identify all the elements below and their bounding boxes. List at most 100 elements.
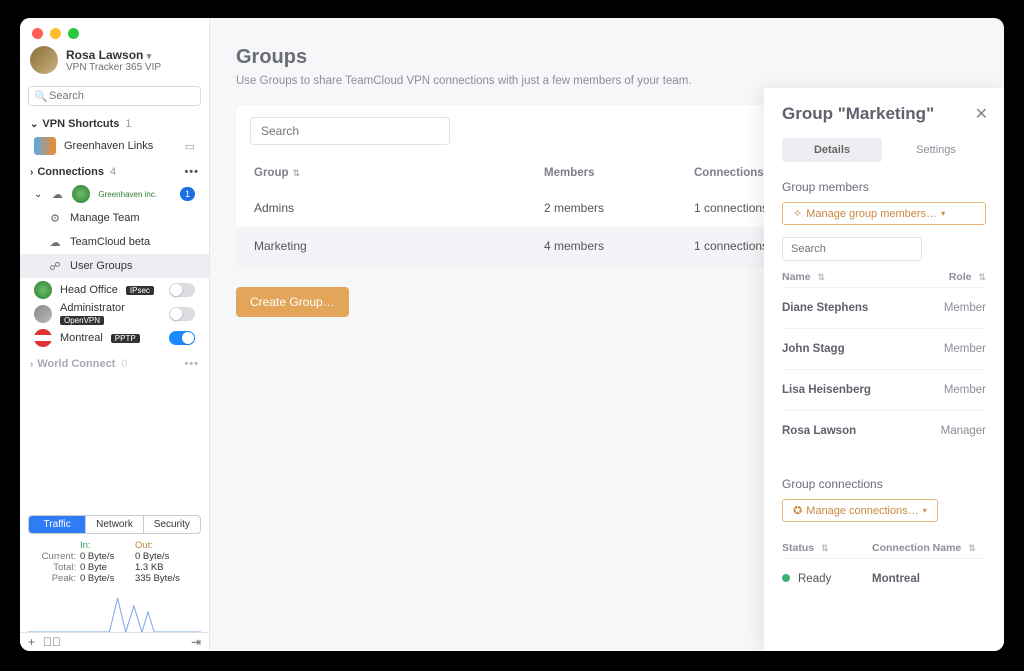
section-connections-header[interactable]: › Connections 4 ••• xyxy=(20,158,209,182)
open-icon: ▭ xyxy=(185,140,195,153)
org-avatar xyxy=(72,185,90,203)
users-icon: ☍ xyxy=(48,259,62,273)
more-icon[interactable]: ••• xyxy=(184,358,199,370)
search-icon: 🔍 xyxy=(34,90,48,103)
sidebar-shortcut-item[interactable]: Greenhaven Links ▭ xyxy=(20,134,209,158)
chevron-down-icon: ⌄ xyxy=(34,189,42,200)
org-caption: Greenhaven inc. xyxy=(98,190,157,199)
member-role: Member xyxy=(944,302,986,314)
world-count: 0 xyxy=(119,358,127,370)
expand-icon[interactable]: ⇥ xyxy=(191,635,201,649)
col-header-conn-name[interactable]: Connection Name ⇅ xyxy=(872,542,976,554)
stats-row-label: Current: xyxy=(30,551,80,562)
members-search-input[interactable] xyxy=(782,237,922,261)
sidebar: Rosa Lawson ▾ VPN Tracker 365 VIP 🔍 ⌄ VP… xyxy=(20,18,210,651)
close-window-dot[interactable] xyxy=(32,28,43,39)
zoom-window-dot[interactable] xyxy=(68,28,79,39)
badge-count: 1 xyxy=(180,187,195,201)
status-dot-icon xyxy=(782,574,790,582)
section-world-header[interactable]: › World Connect 0 ••• xyxy=(20,350,209,374)
member-role: Member xyxy=(944,343,986,355)
item-label: Montreal xyxy=(60,332,103,344)
member-row[interactable]: Rosa LawsonManager xyxy=(782,410,986,451)
stats-out-header: Out: xyxy=(135,540,190,551)
sidebar-item-cloud-row[interactable]: ⌄ ☁ Greenhaven inc. 1 xyxy=(20,182,209,206)
cell-group: Marketing xyxy=(254,239,544,253)
connection-avatar xyxy=(34,305,52,323)
sidebar-item-administrator[interactable]: AdministratorOpenVPN xyxy=(20,302,209,326)
panel-tabs: Details Settings xyxy=(782,138,986,162)
col-header-group[interactable]: Group⇅ xyxy=(254,167,544,179)
create-group-button[interactable]: Create Group… xyxy=(236,287,349,317)
user-icon: ✧ xyxy=(793,207,802,220)
protocol-badge: OpenVPN xyxy=(60,316,104,325)
connection-status: Ready xyxy=(782,573,872,585)
sidebar-item-teamcloud-beta[interactable]: ☁TeamCloud beta xyxy=(20,230,209,254)
tab-settings[interactable]: Settings xyxy=(886,138,986,162)
add-button[interactable]: + xyxy=(28,635,35,649)
section-shortcuts-header[interactable]: ⌄ VPN Shortcuts 1 xyxy=(20,110,209,134)
connection-toggle[interactable] xyxy=(169,307,195,321)
manage-connections-button[interactable]: ✪Manage connections…▾ xyxy=(782,499,938,522)
stats-tab-traffic[interactable]: Traffic xyxy=(29,516,86,533)
shortcuts-count: 1 xyxy=(123,118,131,130)
plug-icon: ✪ xyxy=(793,504,802,517)
sidebar-search-input[interactable] xyxy=(28,86,201,106)
sidebar-item-head-office[interactable]: Head OfficeIPsec xyxy=(20,278,209,302)
member-row[interactable]: Diane StephensMember xyxy=(782,287,986,328)
stats-value: 0 Byte/s xyxy=(80,573,135,584)
dropdown-icon[interactable]: ⌄⃞ xyxy=(43,635,61,649)
member-row[interactable]: Lisa HeisenbergMember xyxy=(782,369,986,410)
window-traffic-lights[interactable] xyxy=(32,28,79,39)
connection-avatar xyxy=(34,329,52,347)
connection-toggle[interactable] xyxy=(169,283,195,297)
connection-name: Montreal xyxy=(872,573,986,585)
col-header-role[interactable]: Role ⇅ xyxy=(949,271,986,283)
tab-details[interactable]: Details xyxy=(782,138,882,162)
user-name: Rosa Lawson xyxy=(66,48,143,62)
stats-tab-network[interactable]: Network xyxy=(86,516,143,533)
member-role: Manager xyxy=(941,425,986,437)
minimize-window-dot[interactable] xyxy=(50,28,61,39)
stats-tab-security[interactable]: Security xyxy=(144,516,200,533)
groups-search-input[interactable] xyxy=(250,117,450,145)
stats-tabs[interactable]: Traffic Network Security xyxy=(28,515,201,534)
protocol-badge: PPTP xyxy=(111,334,140,343)
chevron-down-icon: ▾ xyxy=(941,209,945,218)
member-role: Member xyxy=(944,384,986,396)
manage-members-button[interactable]: ✧Manage group members…▾ xyxy=(782,202,986,225)
chevron-right-icon: › xyxy=(30,167,33,178)
user-avatar xyxy=(30,46,58,74)
cloud-icon: ☁ xyxy=(50,187,64,201)
col-header-status[interactable]: Status ⇅ xyxy=(782,542,872,554)
sidebar-item-montreal[interactable]: Montreal PPTP xyxy=(20,326,209,350)
stats-grid: In:Out: Current:0 Byte/s0 Byte/s Total:0… xyxy=(20,538,209,586)
stats-value: 0 Byte/s xyxy=(80,551,135,562)
member-name: Diane Stephens xyxy=(782,302,944,314)
item-label: TeamCloud beta xyxy=(70,236,150,248)
sidebar-item-manage-team[interactable]: ⚙Manage Team xyxy=(20,206,209,230)
more-icon[interactable]: ••• xyxy=(184,166,199,178)
member-row[interactable]: John StaggMember xyxy=(782,328,986,369)
col-header-members[interactable]: Members xyxy=(544,167,694,179)
section-connections-label: Connections xyxy=(37,166,104,178)
stats-row-label: Total: xyxy=(30,562,80,573)
connection-toggle[interactable] xyxy=(169,331,195,345)
sidebar-bottom-bar: + ⌄⃞ ⇥ xyxy=(20,632,209,651)
stats-value: 0 Byte/s xyxy=(135,551,190,562)
chevron-down-icon: ▾ xyxy=(923,506,927,515)
sidebar-item-user-groups[interactable]: ☍User Groups xyxy=(20,254,209,278)
connection-row[interactable]: Ready Montreal xyxy=(782,558,986,599)
col-header-name[interactable]: Name ⇅ xyxy=(782,271,949,283)
protocol-badge: IPsec xyxy=(126,286,154,295)
stats-in-header: In: xyxy=(80,540,135,551)
close-icon[interactable]: ✕ xyxy=(975,104,988,124)
sort-icon: ⇅ xyxy=(289,168,301,178)
stats-row-label: Peak: xyxy=(30,573,80,584)
cell-members: 4 members xyxy=(544,239,694,253)
stats-value: 1.3 KB xyxy=(135,562,190,573)
user-subtitle: VPN Tracker 365 VIP xyxy=(66,62,161,73)
connections-count: 4 xyxy=(108,166,116,178)
cell-group: Admins xyxy=(254,201,544,215)
main-content: Groups Use Groups to share TeamCloud VPN… xyxy=(210,18,1004,651)
